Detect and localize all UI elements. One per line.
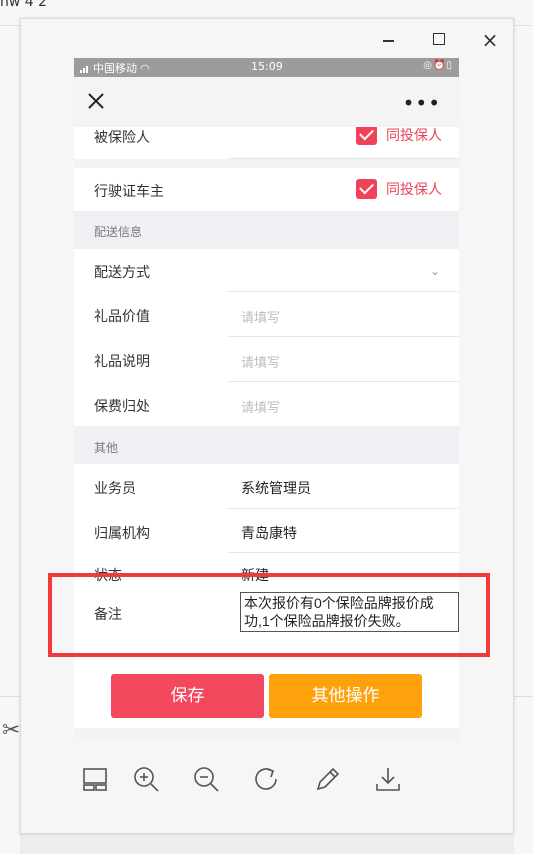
section-delivery: 配送信息 (74, 211, 459, 249)
row-salesman: 业务员 系统管理员 (74, 464, 459, 509)
scissors-icon[interactable]: ✂ (2, 718, 22, 746)
row-org: 归属机构 青岛康特 (74, 509, 459, 553)
checkbox-checked-icon (356, 179, 377, 199)
org-label: 归属机构 (94, 525, 150, 541)
section-other-title: 其他 (94, 441, 119, 455)
save-button[interactable]: 保存 (111, 674, 264, 718)
owner-same-label: 同投保人 (386, 181, 442, 197)
insured-same-label: 同投保人 (386, 127, 442, 143)
salesman-label: 业务员 (94, 480, 136, 496)
chevron-down-icon[interactable]: ⌄ (430, 264, 440, 278)
gift-value-label: 礼品价值 (94, 308, 150, 324)
background-divider (0, 696, 20, 697)
close-button[interactable]: × (477, 27, 503, 53)
edit-icon[interactable] (312, 764, 342, 794)
status-icons: ◎⏰▯ (423, 60, 453, 71)
section-delivery-title: 配送信息 (94, 225, 143, 239)
download-icon[interactable] (373, 764, 403, 794)
more-icon[interactable]: ••• (403, 91, 441, 115)
minimize-icon (383, 40, 394, 42)
fee-owner-input[interactable]: 请填写 (241, 397, 280, 416)
signal-icon (80, 64, 90, 73)
minimize-button[interactable] (375, 27, 401, 53)
background-title-fragment: hw 4 2 (0, 0, 48, 10)
status-bar: 中国移动 ◠ 15:09 ◎⏰▯ (74, 58, 459, 77)
gift-desc-input[interactable]: 请填写 (241, 352, 280, 371)
row-gift-desc: 礼品说明 请填写 (74, 337, 459, 382)
gift-desc-label: 礼品说明 (94, 353, 150, 369)
viewer-toolbar (21, 764, 515, 804)
other-actions-button[interactable]: 其他操作 (269, 674, 422, 718)
insured-same-checkbox[interactable]: 同投保人 (356, 127, 442, 145)
battery-icon: ▯ (446, 60, 453, 71)
section-other: 其他 (74, 426, 459, 464)
close-icon[interactable] (84, 89, 108, 113)
zoom-out-icon[interactable] (191, 764, 221, 794)
row-divider (228, 158, 459, 159)
fee-owner-label: 保费归处 (94, 398, 150, 414)
layout-icon[interactable] (80, 764, 110, 794)
gift-value-input[interactable]: 请填写 (241, 307, 280, 326)
owner-same-checkbox[interactable]: 同投保人 (356, 179, 442, 199)
background-divider (514, 696, 533, 697)
owner-label: 行驶证车主 (94, 183, 164, 199)
image-viewer-window: × 中国移动 ◠ 15:09 ◎⏰▯ ••• 被保险人 同投保人 行驶证车主 同… (20, 18, 514, 834)
carrier-name: 中国移动 (93, 62, 137, 75)
carrier-info: 中国移动 ◠ (80, 60, 150, 76)
row-insured: 被保险人 同投保人 (74, 127, 459, 159)
alarm-icon: ⏰ (433, 60, 447, 71)
checkbox-checked-icon (356, 127, 377, 145)
row-owner: 行驶证车主 同投保人 (74, 168, 459, 211)
rotate-icon[interactable] (252, 764, 282, 794)
insured-label: 被保险人 (94, 129, 150, 145)
org-value[interactable]: 青岛康特 (241, 523, 297, 543)
headset-icon: ◎ (423, 60, 434, 71)
background-right (514, 26, 533, 854)
salesman-value[interactable]: 系统管理员 (241, 478, 311, 498)
action-bar: 保存 其他操作 (74, 666, 459, 728)
delivery-method-label: 配送方式 (94, 264, 150, 280)
zoom-in-icon[interactable] (131, 764, 161, 794)
wifi-icon: ◠ (140, 61, 150, 75)
maximize-button[interactable] (426, 27, 452, 53)
row-gift-value: 礼品价值 请填写 (74, 292, 459, 337)
status-time: 15:09 (251, 60, 283, 73)
row-delivery-method[interactable]: 配送方式 ⌄ (74, 249, 459, 292)
highlight-box (48, 573, 490, 657)
nav-bar: ••• (74, 77, 459, 127)
row-fee-owner: 保费归处 请填写 (74, 382, 459, 426)
maximize-icon (433, 33, 445, 45)
